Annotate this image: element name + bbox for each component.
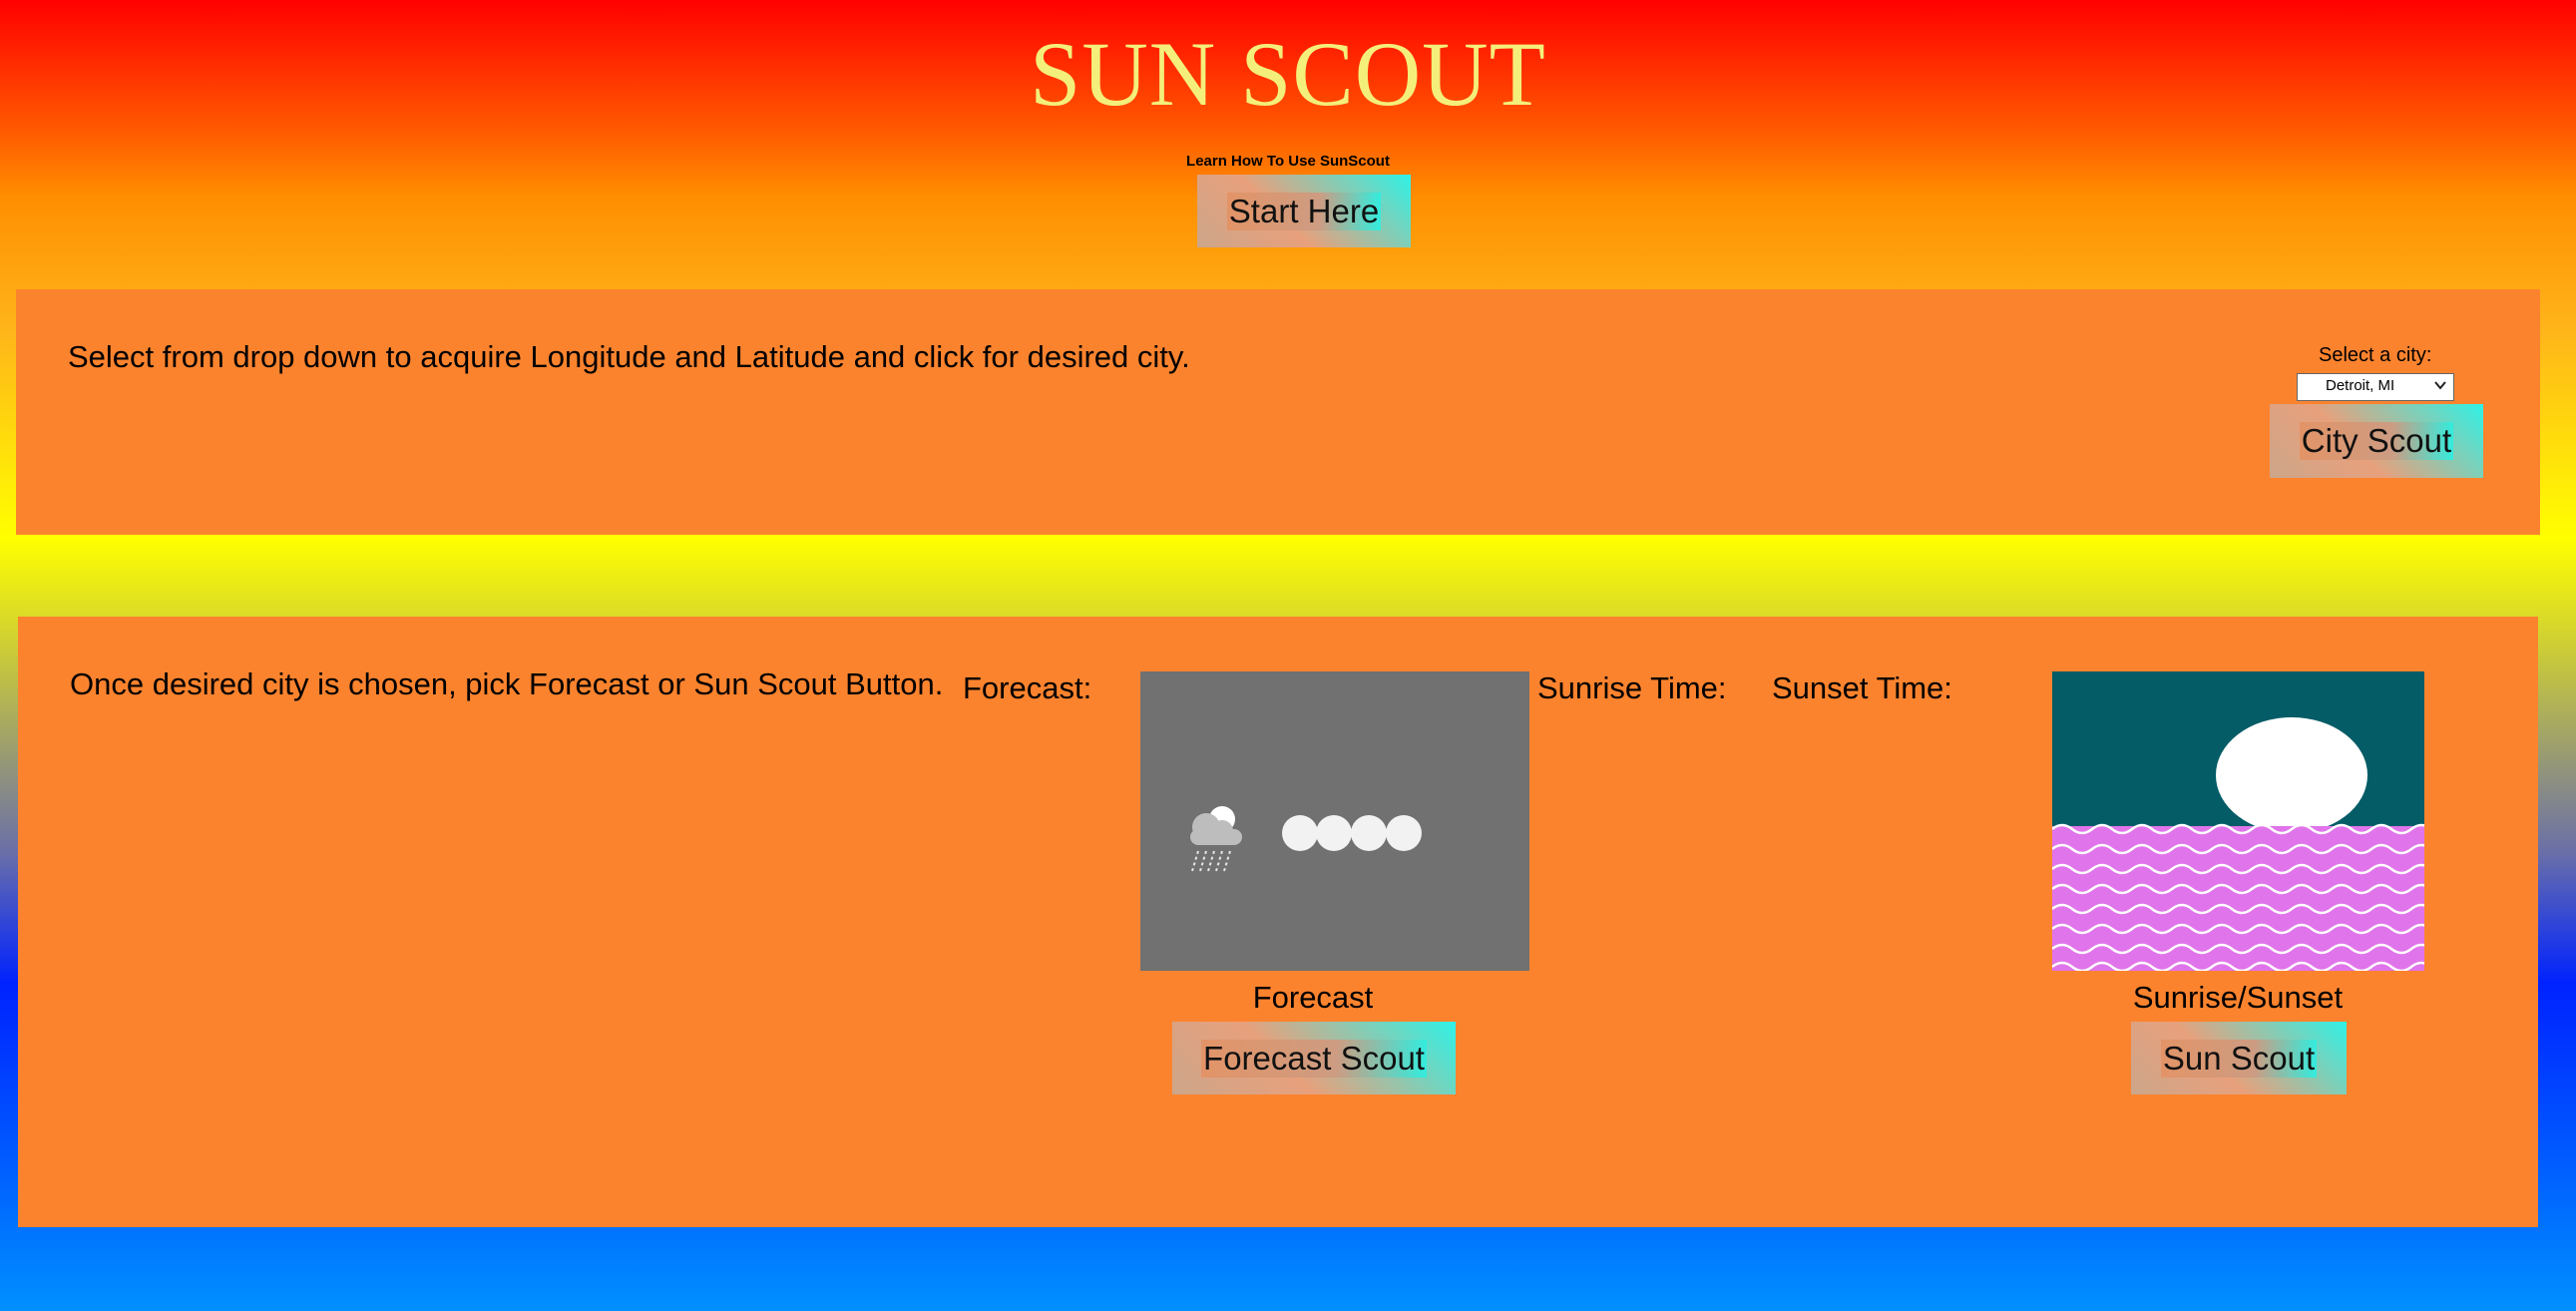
forecast-scout-button-label: Forecast Scout <box>1201 1039 1427 1078</box>
sunrise-sunset-image <box>2052 671 2424 971</box>
forecast-image <box>1140 671 1529 971</box>
chevron-down-icon <box>2434 381 2446 390</box>
forecast-caption: Forecast <box>1252 980 1374 1015</box>
selected-city-value: Detroit, MI <box>2326 377 2395 394</box>
sunrise-sunset-caption: Sunrise/Sunset <box>2132 980 2344 1015</box>
city-instructions: Select from drop down to acquire Longitu… <box>68 339 1190 374</box>
city-scout-button-label: City Scout <box>2299 422 2454 460</box>
sunrise-time-label: Sunrise Time: <box>1537 670 1727 705</box>
rain-cloud-icon <box>1190 806 1242 872</box>
city-select-dropdown[interactable]: Detroit, MI <box>2297 373 2454 401</box>
sunset-over-water-icon <box>2052 671 2424 971</box>
start-here-button-label: Start Here <box>1226 192 1382 230</box>
city-selection-panel <box>16 289 2540 535</box>
sun-scout-button[interactable]: Sun Scout <box>2131 1022 2347 1094</box>
sunset-time-label: Sunset Time: <box>1772 670 1952 705</box>
forecast-label: Forecast: <box>963 670 1092 705</box>
select-city-label: Select a city: <box>2319 344 2432 366</box>
loading-dots-icon <box>1282 815 1422 851</box>
page-title: SUN SCOUT <box>1030 23 1546 125</box>
scout-instructions: Once desired city is chosen, pick Foreca… <box>70 666 944 701</box>
forecast-scout-button[interactable]: Forecast Scout <box>1172 1022 1456 1094</box>
city-scout-button[interactable]: City Scout <box>2270 404 2483 478</box>
start-here-button[interactable]: Start Here <box>1197 175 1411 247</box>
learn-how-label: Learn How To Use SunScout <box>1186 153 1390 170</box>
sun-scout-button-label: Sun Scout <box>2160 1039 2318 1078</box>
